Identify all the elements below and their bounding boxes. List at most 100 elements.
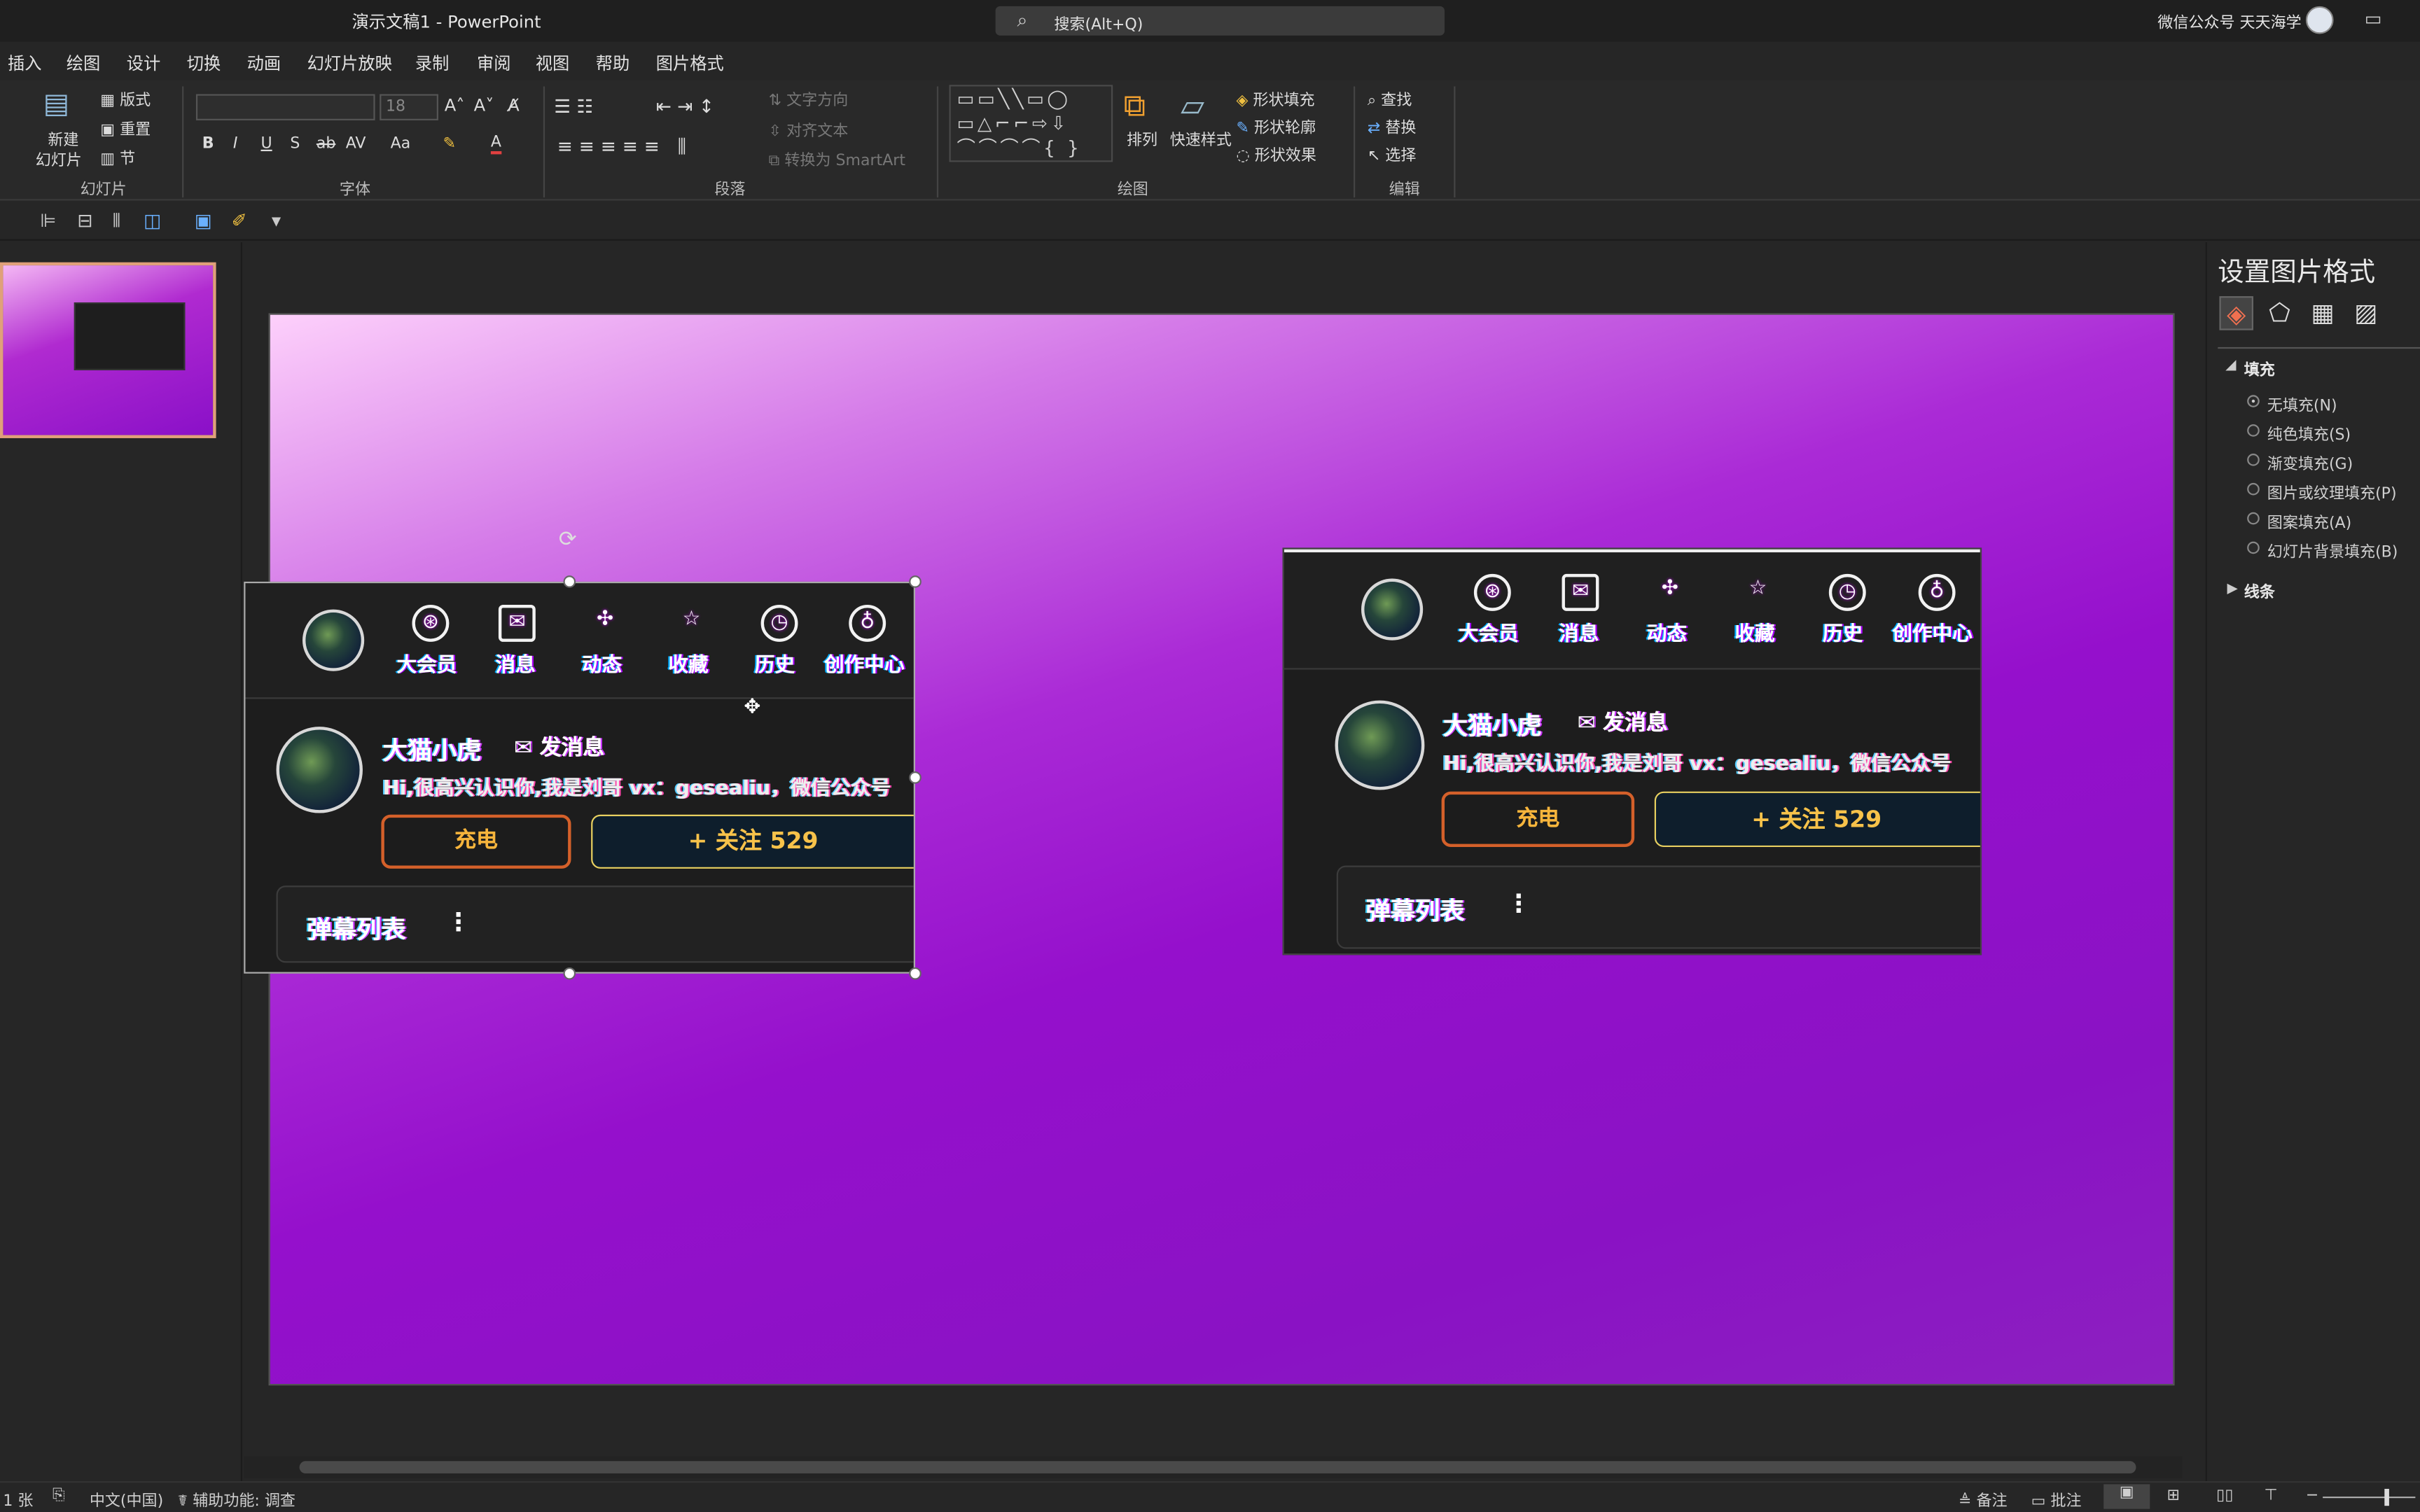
- layout-button[interactable]: ▦ 版式: [100, 86, 151, 109]
- shape-outline-button[interactable]: ✎ 形状轮廓: [1236, 114, 1316, 137]
- tab-design[interactable]: 设计: [127, 51, 160, 76]
- font-size-box[interactable]: 18: [380, 94, 438, 120]
- rotate-handle-icon[interactable]: ⟳: [559, 528, 577, 552]
- slide-thumbnail-1[interactable]: [0, 262, 216, 438]
- language[interactable]: 中文(中国): [90, 1488, 163, 1511]
- label-gradient-fill[interactable]: 渐变填充(G): [2267, 451, 2353, 473]
- fill-line-tab-icon[interactable]: ◈: [2219, 296, 2253, 330]
- format-painter-icon[interactable]: ✐: [232, 210, 247, 232]
- distribute-icon[interactable]: ⫴: [113, 210, 120, 233]
- picture-tab-icon[interactable]: ▨: [2349, 296, 2383, 330]
- strikethrough-button[interactable]: ab: [317, 136, 336, 153]
- horizontal-scrollbar[interactable]: [244, 1456, 2183, 1478]
- resize-handle[interactable]: [909, 967, 922, 980]
- clear-format-icon[interactable]: A̸: [508, 96, 520, 116]
- align-left-icon[interactable]: ⊫: [40, 210, 56, 232]
- resize-handle[interactable]: [563, 967, 576, 980]
- selected-picture[interactable]: ⊛ 大会员 ✉ 消息 ✣ 动态 ☆ 收藏 ◷ 历史 ♁ 创作中心 大猫小虎 ✉ …: [244, 581, 914, 974]
- zoom-slider-thumb[interactable]: [2384, 1488, 2389, 1506]
- search-box[interactable]: ⌕ 搜索(Alt+Q): [995, 6, 1445, 36]
- shape-effects-button[interactable]: ◌ 形状效果: [1236, 142, 1316, 165]
- tab-animations[interactable]: 动画: [247, 51, 281, 76]
- fill-section-header[interactable]: 填充: [2244, 356, 2275, 379]
- radio-background-fill[interactable]: [2247, 541, 2260, 554]
- tab-insert[interactable]: 插入: [8, 51, 41, 76]
- zoom-slider[interactable]: [2323, 1496, 2416, 1499]
- tab-picture-format[interactable]: 图片格式: [656, 51, 724, 76]
- quick-styles-icon: ▱: [1181, 86, 1205, 124]
- account-name[interactable]: 微信公众号 天天海学: [2157, 9, 2301, 32]
- shrink-font-icon[interactable]: A˅: [474, 96, 494, 116]
- tab-transitions[interactable]: 切换: [187, 51, 221, 76]
- normal-view-icon[interactable]: ▣: [2103, 1484, 2150, 1509]
- align-icons[interactable]: ≡≡≡≡≡ ⫼: [557, 136, 693, 159]
- slide-sorter-icon[interactable]: ⊞: [2167, 1488, 2180, 1504]
- radio-solid-fill[interactable]: [2247, 424, 2260, 437]
- collapse-icon[interactable]: ◢: [2225, 358, 2236, 373]
- text-direction-button[interactable]: ⇅ 文字方向: [769, 86, 849, 109]
- tab-review[interactable]: 审阅: [477, 51, 510, 76]
- customize-qat-icon[interactable]: ▾: [272, 210, 281, 232]
- size-tab-icon[interactable]: ▦: [2306, 296, 2339, 330]
- label-solid-fill[interactable]: 纯色填充(S): [2267, 421, 2351, 444]
- comments-button[interactable]: ▭ 批注: [2031, 1488, 2082, 1511]
- nav-label-messages: 消息: [495, 654, 536, 678]
- scrollbar-thumb[interactable]: [299, 1461, 2136, 1474]
- account-avatar[interactable]: [2305, 6, 2334, 34]
- char-spacing-button[interactable]: AV: [346, 136, 366, 153]
- label-no-fill[interactable]: 无填充(N): [2267, 392, 2337, 415]
- italic-button[interactable]: I: [233, 136, 238, 153]
- spellcheck-icon[interactable]: ⎘: [53, 1488, 65, 1504]
- new-slide-button-line2[interactable]: 幻灯片: [36, 146, 82, 169]
- change-case-button[interactable]: Aa: [391, 136, 411, 153]
- textbox-icon[interactable]: ▣: [195, 210, 212, 232]
- zoom-out-icon[interactable]: −: [2306, 1488, 2318, 1504]
- smartart-button[interactable]: ⧉ 转换为 SmartArt: [769, 146, 905, 169]
- accessibility-status[interactable]: ☤ 辅助功能: 调查: [177, 1488, 295, 1511]
- highlight-icon[interactable]: ✎: [443, 136, 456, 153]
- label-picture-fill[interactable]: 图片或纹理填充(P): [2267, 479, 2397, 503]
- bold-button[interactable]: B: [202, 136, 214, 153]
- grow-font-icon[interactable]: A˄: [445, 96, 465, 116]
- font-color-button[interactable]: A: [490, 134, 501, 155]
- replace-button[interactable]: ⇄ 替换: [1368, 114, 1417, 137]
- notes-button[interactable]: ≜ 备注: [1959, 1488, 2008, 1511]
- radio-gradient-fill[interactable]: [2247, 454, 2260, 466]
- indent-icons[interactable]: ⇤ ⇥ ↕: [656, 96, 714, 118]
- section-button[interactable]: ▥ 节: [100, 145, 135, 168]
- font-name-box[interactable]: [195, 94, 375, 120]
- resize-handle[interactable]: [563, 575, 576, 588]
- quick-styles-button[interactable]: 快速样式: [1170, 127, 1232, 150]
- shadow-button[interactable]: S: [290, 136, 300, 153]
- tab-help[interactable]: 帮助: [596, 51, 630, 76]
- effects-tab-icon[interactable]: ⬠: [2262, 296, 2296, 330]
- tab-record[interactable]: 录制: [415, 51, 449, 76]
- tab-view[interactable]: 视图: [536, 51, 569, 76]
- line-section-header[interactable]: 线条: [2244, 579, 2275, 601]
- tab-draw[interactable]: 绘图: [67, 51, 100, 76]
- expand-icon[interactable]: ▶: [2227, 582, 2237, 597]
- ribbon-display-icon[interactable]: ▭: [2365, 8, 2382, 29]
- resize-handle[interactable]: [909, 771, 922, 784]
- reset-button[interactable]: ▣ 重置: [100, 115, 151, 139]
- picture-copy[interactable]: ⊛ 大会员 ✉ 消息 ✣ 动态 ☆ 收藏 ◷ 历史 ♁ 创作中心 大猫小虎 ✉ …: [1282, 547, 1982, 955]
- shape-icon[interactable]: ◫: [144, 210, 161, 232]
- label-pattern-fill[interactable]: 图案填充(A): [2267, 509, 2351, 532]
- reading-view-icon[interactable]: ▯▯: [2216, 1488, 2233, 1504]
- underline-button[interactable]: U: [260, 136, 272, 153]
- tab-slideshow[interactable]: 幻灯片放映: [307, 51, 392, 76]
- select-button[interactable]: ↖ 选择: [1368, 142, 1417, 165]
- arrange-button[interactable]: 排列: [1127, 127, 1157, 150]
- radio-pattern-fill[interactable]: [2247, 512, 2260, 525]
- find-button[interactable]: ⌕ 查找: [1368, 86, 1412, 109]
- bullets-icon[interactable]: ☰ ☷: [554, 96, 593, 118]
- align-center-icon[interactable]: ⊟: [77, 210, 92, 232]
- label-background-fill[interactable]: 幻灯片背景填充(B): [2267, 538, 2398, 561]
- radio-no-fill[interactable]: [2247, 395, 2260, 407]
- resize-handle[interactable]: [909, 575, 922, 588]
- shapes-gallery[interactable]: ▭▭╲╲▭◯ ▭△⌐⌐⇨⇩ ⌒⌒⌒⌒{ }: [949, 85, 1113, 162]
- align-text-button[interactable]: ⇳ 对齐文本: [769, 118, 849, 140]
- slideshow-icon[interactable]: ⊤: [2264, 1488, 2277, 1504]
- radio-picture-fill[interactable]: [2247, 482, 2260, 496]
- shape-fill-button[interactable]: ◈ 形状填充: [1236, 86, 1314, 109]
